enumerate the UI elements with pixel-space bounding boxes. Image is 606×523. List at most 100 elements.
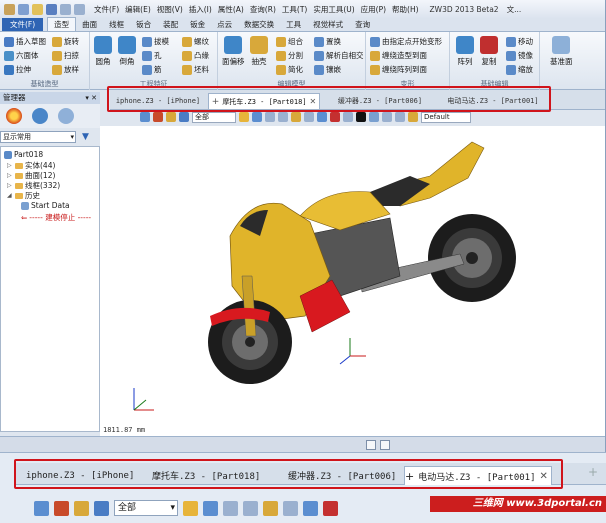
- tree-item-history[interactable]: ◢ 历史: [7, 190, 40, 201]
- rib-button[interactable]: 筋: [142, 64, 162, 75]
- insert-sketch-button[interactable]: 插入草图: [4, 36, 46, 47]
- collapse-icon[interactable]: ◢: [7, 192, 13, 199]
- combine-button[interactable]: 组合: [276, 36, 303, 47]
- history-manager-icon[interactable]: [6, 108, 22, 124]
- new-tab-plus-icon[interactable]: +: [588, 465, 598, 479]
- bounding-icon[interactable]: [323, 500, 338, 516]
- shading-icon[interactable]: [239, 112, 249, 122]
- assembly-manager-icon[interactable]: [32, 108, 48, 124]
- grid-icon[interactable]: [303, 500, 318, 516]
- doc-tab-motor[interactable]: 电动马达.Z3 - [Part001]: [442, 93, 544, 109]
- layer-manager-icon[interactable]: [58, 108, 74, 124]
- shape-icon[interactable]: [74, 500, 89, 516]
- grid-icon[interactable]: [317, 112, 327, 122]
- sweep-button[interactable]: 扫掠: [52, 50, 79, 61]
- pick-icon[interactable]: [34, 500, 49, 516]
- doc-tab-buffer[interactable]: 缓冲器.Z3 - [Part006]: [332, 93, 428, 109]
- cube-view-icon[interactable]: [203, 500, 218, 516]
- edge-icon[interactable]: [369, 112, 379, 122]
- menu-tools[interactable]: 工具(T): [279, 4, 310, 15]
- status-toggle-icon[interactable]: [366, 440, 376, 450]
- thread-button[interactable]: 螺纹: [182, 36, 209, 47]
- tab-wireframe[interactable]: 线框: [103, 18, 130, 31]
- menu-view[interactable]: 视图(V): [154, 4, 186, 15]
- manager-pin[interactable]: ▾ ✕: [85, 92, 100, 104]
- zoom-tab-iphone[interactable]: iphone.Z3 - [iPhone]: [26, 466, 144, 485]
- stock-button[interactable]: 坯料: [182, 64, 209, 75]
- display-icon[interactable]: [283, 500, 298, 516]
- filter-icon[interactable]: ▼: [82, 132, 89, 142]
- copy-button[interactable]: 复制: [480, 36, 498, 67]
- doc-tab-iphone[interactable]: iphone.Z3 - [iPhone]: [114, 93, 202, 109]
- snap-icon[interactable]: [343, 112, 353, 122]
- new-file-icon[interactable]: [18, 3, 29, 15]
- menu-apps[interactable]: 应用(P): [358, 4, 389, 15]
- tab-fusion[interactable]: 钣合: [130, 18, 157, 31]
- tab-modeling[interactable]: 造型: [47, 17, 77, 31]
- render-icon[interactable]: [291, 112, 301, 122]
- display-filter-select[interactable]: 显示常用: [0, 131, 76, 143]
- tab-surface[interactable]: 曲面: [76, 18, 103, 31]
- wireframe-icon[interactable]: [223, 500, 238, 516]
- hole-button[interactable]: 孔: [142, 50, 162, 61]
- zoom-pick-filter-select[interactable]: 全部: [114, 500, 178, 516]
- style-select[interactable]: Default: [421, 111, 471, 123]
- motorcycle-model[interactable]: [100, 126, 606, 426]
- wireframe-icon[interactable]: [265, 112, 275, 122]
- undo-icon[interactable]: [60, 3, 71, 15]
- block-button[interactable]: 六面体: [4, 50, 39, 61]
- tab-data-exchange[interactable]: 数据交换: [238, 18, 280, 31]
- zoom-tab-motorcycle[interactable]: 摩托车.Z3 - [Part018]: [152, 466, 274, 485]
- draft-button[interactable]: 拔模: [142, 36, 169, 47]
- scale-button[interactable]: 缩放: [506, 64, 533, 75]
- menu-insert[interactable]: 插入(I): [186, 4, 215, 15]
- pattern-button[interactable]: 阵列: [456, 36, 474, 67]
- color-swatch-icon[interactable]: [356, 112, 366, 122]
- close-icon[interactable]: ✕: [310, 97, 317, 106]
- emboss-button[interactable]: 镶嵌: [314, 64, 341, 75]
- lip-button[interactable]: 凸缘: [182, 50, 209, 61]
- wrap-pattern-button[interactable]: 缠绕阵列到面: [370, 64, 427, 75]
- split-button[interactable]: 分割: [276, 50, 303, 61]
- tree-root[interactable]: Part018: [4, 150, 43, 159]
- wrap-to-face-button[interactable]: 缠绕造型到面: [370, 50, 427, 61]
- tab-query[interactable]: 查询: [349, 18, 376, 31]
- expand-icon[interactable]: ▷: [7, 162, 13, 169]
- open-folder-icon[interactable]: [32, 3, 43, 15]
- menu-edit[interactable]: 编辑(E): [122, 4, 154, 15]
- replace-button[interactable]: 置换: [314, 36, 341, 47]
- 3d-viewport[interactable]: [100, 126, 606, 436]
- line-style-icon[interactable]: [382, 112, 392, 122]
- save-icon[interactable]: [46, 3, 57, 15]
- tab-pointcloud[interactable]: 点云: [211, 18, 238, 31]
- material-icon[interactable]: [408, 112, 418, 122]
- tab-assembly[interactable]: 装配: [157, 18, 184, 31]
- tree-item-start-data[interactable]: Start Data: [21, 201, 70, 210]
- section-icon[interactable]: [243, 500, 258, 516]
- move-button[interactable]: 移动: [506, 36, 533, 47]
- menu-help[interactable]: 帮助(H): [389, 4, 422, 15]
- shell-button[interactable]: 抽壳: [250, 36, 268, 67]
- shading-icon[interactable]: [183, 500, 198, 516]
- tab-tools[interactable]: 工具: [280, 18, 307, 31]
- pick-icon[interactable]: [140, 112, 150, 122]
- render-icon[interactable]: [263, 500, 278, 516]
- layer-icon[interactable]: [94, 500, 109, 516]
- section-icon[interactable]: [278, 112, 288, 122]
- datum-plane-button[interactable]: 基准面: [550, 36, 573, 67]
- tab-visual-style[interactable]: 视觉样式: [307, 18, 349, 31]
- doc-tab-motorcycle[interactable]: + 摩托车.Z3 - [Part018] ✕: [208, 93, 320, 109]
- loft-button[interactable]: 放样: [52, 64, 79, 75]
- expand-icon[interactable]: ▷: [7, 182, 13, 189]
- layer-icon[interactable]: [179, 112, 189, 122]
- display-icon[interactable]: [304, 112, 314, 122]
- shape-icon[interactable]: [166, 112, 176, 122]
- app-logo-icon[interactable]: [4, 3, 15, 15]
- zoom-tab-motor[interactable]: + 电动马达.Z3 - [Part001] ✕: [404, 466, 552, 485]
- zoom-tab-buffer[interactable]: 缓冲器.Z3 - [Part006]: [288, 466, 406, 485]
- resolve-self-intersect-button[interactable]: 解析自相交: [314, 50, 364, 61]
- status-panel-icon[interactable]: [380, 440, 390, 450]
- chamfer-button[interactable]: 倒角: [118, 36, 136, 67]
- simplify-button[interactable]: 简化: [276, 64, 303, 75]
- menu-file[interactable]: 文件(F): [91, 4, 122, 15]
